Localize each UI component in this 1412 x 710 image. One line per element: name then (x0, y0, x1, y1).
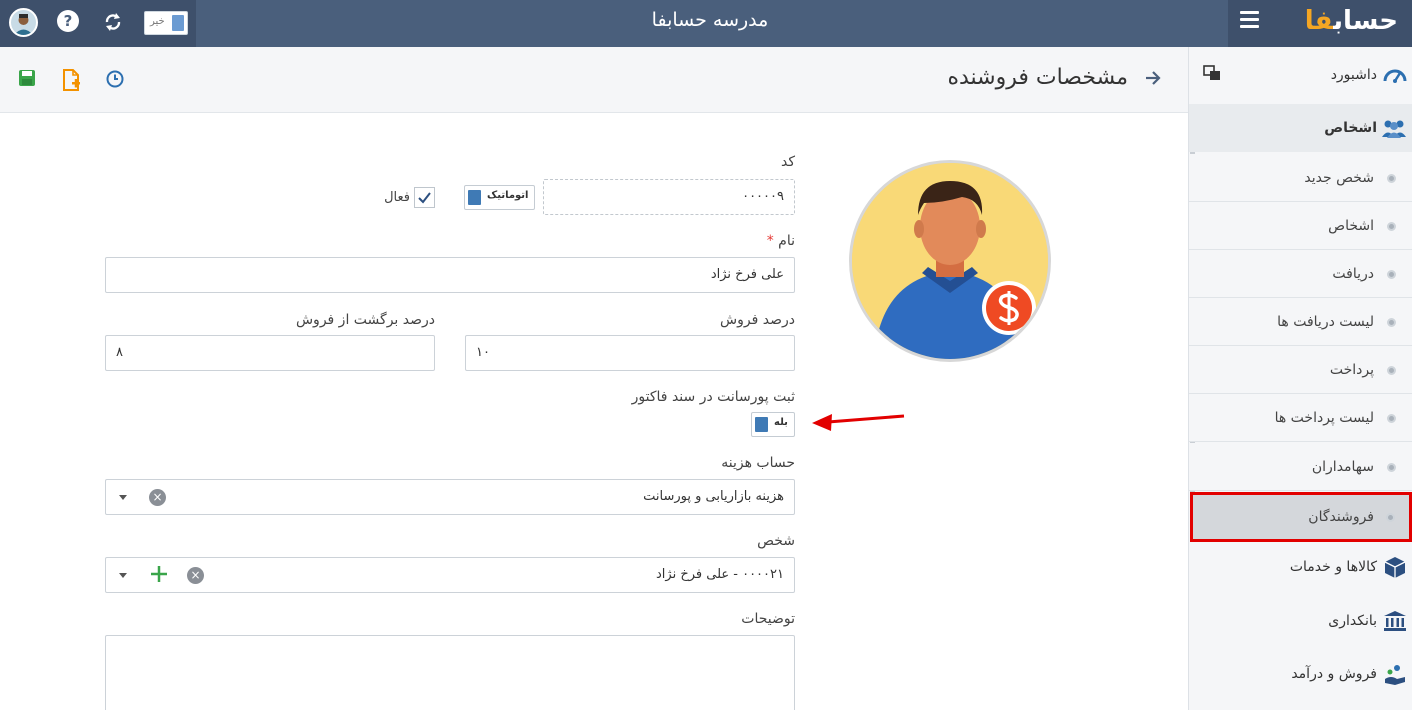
logo-accent: فا (1304, 6, 1334, 36)
sidebar-item-label: فروشندگان (1308, 509, 1374, 525)
sidebar-item-label: فروش و درآمد (1291, 666, 1377, 682)
add-person-icon[interactable] (150, 565, 168, 585)
active-label: فعال (384, 190, 410, 205)
top-toggle[interactable]: خیر (144, 11, 188, 35)
sidebar-item-label: اشخاص (1328, 218, 1374, 234)
sidebar-item-new-person[interactable]: شخص جدید (1189, 154, 1412, 202)
company-name: مدرسه حسابفا (651, 9, 769, 31)
code-input[interactable]: ۰۰۰۰۰۹ (543, 179, 795, 215)
bullet-icon (1387, 270, 1396, 279)
person-select[interactable]: ۰۰۰۰۲۱ - علی فرخ نژاد (105, 557, 795, 593)
commission-toggle-label: بله (774, 417, 788, 428)
person-label: شخص (757, 533, 795, 549)
dashboard-icon (1383, 64, 1407, 86)
seller-avatar-image[interactable] (849, 160, 1051, 362)
back-arrow-icon[interactable] (1143, 67, 1163, 91)
user-avatar[interactable] (9, 8, 38, 37)
name-input[interactable]: علی فرخ نژاد (105, 257, 795, 293)
person-value: ۰۰۰۰۲۱ - علی فرخ نژاد (656, 567, 784, 582)
sidebar-item-people[interactable]: اشخاص (1189, 104, 1412, 152)
sidebar-item-sellers[interactable]: فروشندگان (1190, 492, 1412, 542)
sidebar-item-label: دریافت (1332, 266, 1374, 282)
top-bar: ? خیر مدرسه حسابفا حسابفا (0, 0, 1412, 47)
expense-account-select[interactable]: هزینه بازاریابی و پورسانت (105, 479, 795, 515)
hamburger-menu-icon[interactable] (1240, 11, 1260, 29)
auto-toggle-label: اتوماتیک (487, 190, 529, 201)
sidebar-item-products[interactable]: کالاها و خدمات (1189, 543, 1412, 591)
box-icon (1383, 556, 1407, 578)
sidebar-item-shareholders[interactable]: سهامداران (1189, 443, 1412, 491)
expense-account-label: حساب هزینه (721, 455, 795, 471)
name-label-text: نام (778, 233, 795, 249)
bullet-icon (1386, 513, 1395, 522)
bullet-icon (1387, 366, 1396, 375)
sidebar-item-label: پرداخت (1329, 362, 1374, 378)
expense-account-value: هزینه بازاریابی و پورسانت (643, 489, 784, 504)
sidebar-item-receive[interactable]: دریافت (1189, 250, 1412, 298)
bullet-icon (1387, 318, 1396, 327)
required-mark: * (766, 233, 774, 249)
return-percent-label: درصد برگشت از فروش (295, 312, 435, 328)
new-document-icon[interactable] (60, 69, 82, 91)
page-title: مشخصات فروشنده (947, 65, 1128, 90)
sidebar-item-dashboard[interactable]: داشبورد (1189, 51, 1412, 99)
notes-label: توضیحات (741, 611, 795, 627)
history-clock-icon[interactable] (105, 69, 127, 91)
name-label: نام * (700, 233, 795, 249)
bullet-icon (1387, 222, 1396, 231)
code-label: کد (780, 154, 795, 170)
notes-textarea[interactable] (105, 635, 795, 710)
sidebar-item-label: اشخاص (1324, 120, 1377, 136)
bullet-icon (1387, 414, 1396, 423)
auto-toggle-knob (468, 190, 481, 205)
sidebar-item-payment[interactable]: پرداخت (1189, 346, 1412, 394)
bullet-icon (1387, 174, 1396, 183)
save-icon[interactable] (18, 69, 40, 91)
sales-percent-label: درصد فروش (720, 312, 795, 328)
sidebar-item-label: بانکداری (1328, 613, 1377, 629)
app-logo: حسابفا (1293, 6, 1398, 40)
sidebar-item-payment-list[interactable]: لیست پرداخت ها (1189, 394, 1412, 442)
help-icon[interactable]: ? (57, 10, 79, 32)
bank-icon (1383, 610, 1407, 632)
people-icon (1382, 117, 1407, 139)
refresh-icon[interactable] (102, 11, 126, 35)
sidebar-item-label: لیست پرداخت ها (1274, 410, 1374, 426)
auto-code-toggle[interactable]: اتوماتیک (464, 185, 535, 210)
chevron-down-icon[interactable] (119, 495, 127, 500)
sidebar-item-label: لیست دریافت ها (1277, 314, 1374, 330)
sidebar-item-persons[interactable]: اشخاص (1189, 202, 1412, 250)
red-arrow-annotation (810, 408, 910, 436)
chevron-down-icon[interactable] (119, 573, 127, 578)
sidebar-item-banking[interactable]: بانکداری (1189, 597, 1412, 645)
commission-toggle-knob (755, 417, 768, 432)
active-checkbox[interactable] (414, 187, 435, 208)
sidebar-item-receive-list[interactable]: لیست دریافت ها (1189, 298, 1412, 346)
sidebar-item-label: کالاها و خدمات (1289, 559, 1377, 575)
top-toggle-knob (172, 15, 184, 31)
commission-toggle[interactable]: بله (751, 412, 795, 437)
page-header: مشخصات فروشنده (0, 47, 1188, 113)
sidebar-item-label: سهامداران (1311, 459, 1374, 475)
top-toggle-label: خیر (150, 16, 165, 27)
bullet-icon (1387, 463, 1396, 472)
commission-label: ثبت پورسانت در سند فاکتور (631, 389, 795, 405)
sidebar: داشبورد اشخاص شخص جدید اشخاص دریافت لیست… (1188, 47, 1412, 710)
clear-icon[interactable]: × (187, 567, 204, 584)
logo-text: حساب (1333, 6, 1398, 36)
clear-icon[interactable]: × (149, 489, 166, 506)
sales-icon (1383, 663, 1407, 685)
sidebar-item-label: شخص جدید (1304, 170, 1374, 186)
sidebar-item-label: داشبورد (1330, 67, 1377, 83)
sidebar-item-sales-income[interactable]: فروش و درآمد (1189, 650, 1412, 698)
return-percent-input[interactable]: ۸ (105, 335, 435, 371)
dashboard-switch-icon[interactable] (1203, 65, 1221, 81)
sales-percent-input[interactable]: ۱۰ (465, 335, 795, 371)
